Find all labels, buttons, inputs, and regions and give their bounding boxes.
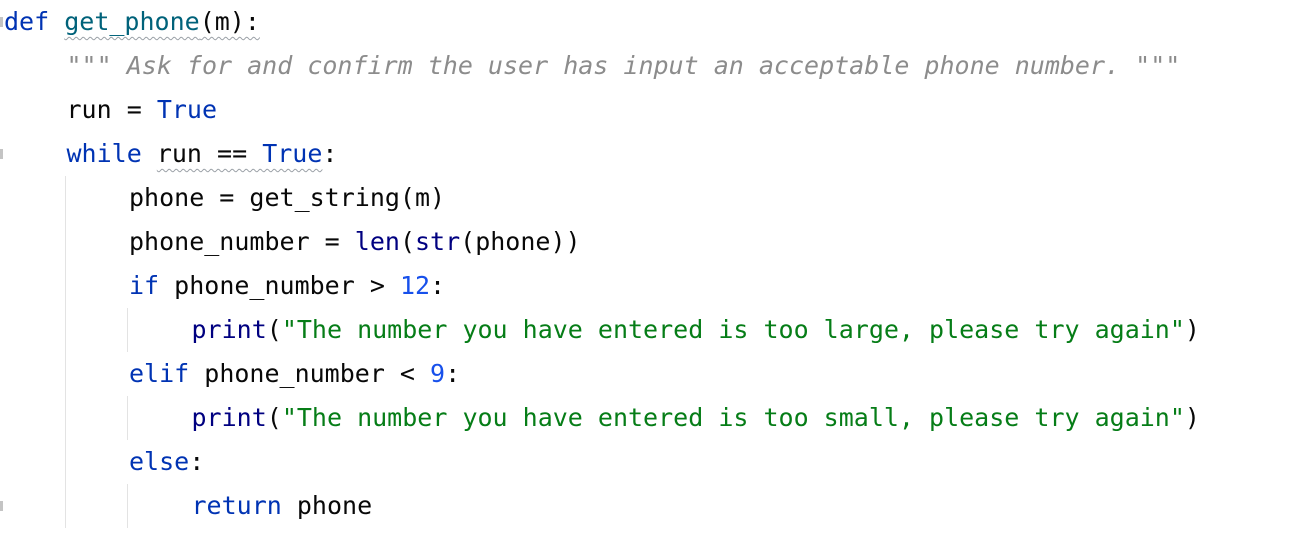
indent-guide <box>127 484 128 528</box>
code-token-str: "The number you have entered is too larg… <box>281 315 1185 344</box>
code-line[interactable]: if phone_number > 12: <box>129 264 445 308</box>
code-token-plain: = <box>111 95 157 124</box>
code-token-str: "The number you have entered is too smal… <box>281 403 1185 432</box>
code-line[interactable]: phone_number = len(str(phone)) <box>129 220 581 264</box>
fold-marker-icon[interactable] <box>0 149 3 159</box>
code-line[interactable]: while run == True: <box>67 132 338 176</box>
code-token-fn: get_phone <box>64 7 200 36</box>
code-token-plain: ) <box>1184 315 1200 344</box>
code-editor[interactable]: def get_phone(m): """ Ask for and confirm… <box>0 0 1300 538</box>
code-token-kw: True <box>156 95 218 124</box>
code-token-plain: : <box>189 447 205 476</box>
code-token-num: 9 <box>430 359 446 388</box>
code-token-plain: (m): <box>199 7 260 36</box>
code-line[interactable]: def get_phone(m): <box>4 0 260 44</box>
code-token-plain: : <box>445 359 461 388</box>
code-line[interactable]: return phone <box>192 484 373 528</box>
code-token-plain: phone_number > <box>159 271 400 300</box>
code-line[interactable]: elif phone_number < 9: <box>129 352 460 396</box>
code-token-kw: return <box>191 491 282 520</box>
code-token-builtin: str <box>415 227 461 256</box>
code-token-plain: phone <box>281 491 373 520</box>
code-token-plain: ) <box>1184 403 1200 432</box>
indent-guide <box>127 308 128 352</box>
code-token-plain: ( <box>266 403 282 432</box>
code-token-kw: def <box>4 7 50 36</box>
code-line[interactable]: """ Ask for and confirm the user has inp… <box>67 44 1181 88</box>
code-token-plain: phone_number = <box>129 227 355 256</box>
code-line[interactable]: else: <box>129 440 204 484</box>
code-line[interactable]: print("The number you have entered is to… <box>192 308 1200 352</box>
code-token-kw: while <box>66 139 142 168</box>
code-token-plain: : <box>430 271 446 300</box>
code-token-kw: True <box>262 139 323 168</box>
code-token-plain: : <box>322 139 338 168</box>
code-token-plain: run <box>66 95 112 124</box>
code-line[interactable]: run = True <box>67 88 218 132</box>
code-token-kw: else <box>129 447 190 476</box>
fold-marker-icon[interactable] <box>0 501 3 511</box>
indent-guide <box>64 176 66 528</box>
code-token-plain: run == <box>156 139 263 168</box>
code-token-builtin: print <box>191 315 267 344</box>
code-token-doc: """ Ask for and confirm the user has inp… <box>66 51 1181 80</box>
code-token-plain: phone_number < <box>189 359 431 388</box>
code-line[interactable]: phone = get_string(m) <box>129 176 445 220</box>
code-token-plain: (phone)) <box>460 227 581 256</box>
code-token-plain: phone = get_string(m) <box>129 183 446 212</box>
code-token-plain: ( <box>399 227 415 256</box>
code-token-plain: ( <box>266 315 282 344</box>
code-token-num: 12 <box>399 271 431 300</box>
code-line[interactable]: print("The number you have entered is to… <box>192 396 1200 440</box>
code-token-kw: if <box>129 271 160 300</box>
fold-marker-icon[interactable] <box>0 17 3 27</box>
indent-guide <box>127 396 128 440</box>
code-token-builtin: len <box>354 227 400 256</box>
code-token-kw: elif <box>129 359 190 388</box>
code-token-builtin: print <box>191 403 267 432</box>
